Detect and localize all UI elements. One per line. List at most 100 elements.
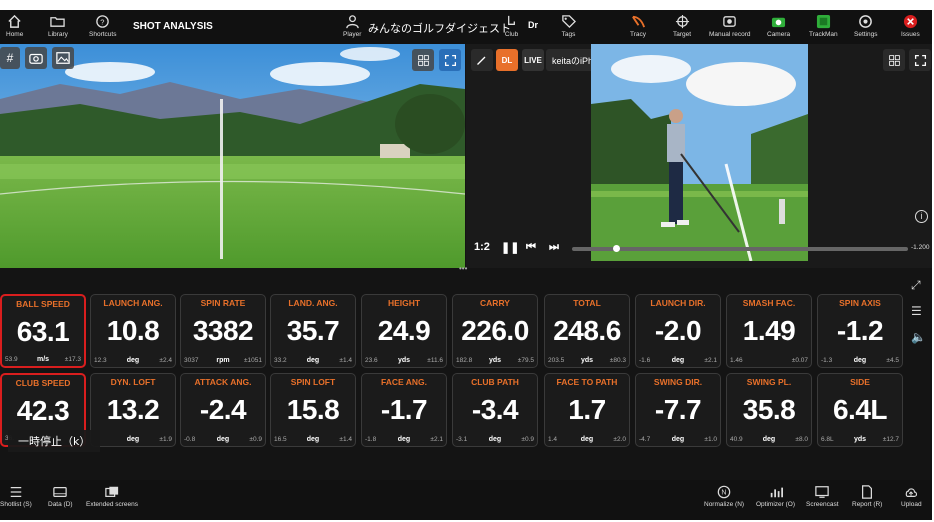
trackman-label: TrackMan (809, 31, 838, 38)
player-name[interactable]: みんなのゴルフダイジェスト (368, 20, 511, 36)
normalize-icon: N (717, 485, 731, 499)
live-button[interactable]: LIVE (522, 49, 544, 71)
metric-label: FACE ANG. (381, 377, 427, 387)
metric-label: SPIN AXIS (839, 298, 881, 308)
metric-value: 35.7 (286, 315, 340, 346)
metric-card[interactable]: TOTAL 248.6 203.5 yds ±80.3 (544, 294, 630, 368)
fullscreen-button[interactable] (439, 49, 461, 71)
metric-label: SIDE (850, 377, 870, 387)
upload-button[interactable]: Upload (901, 485, 922, 508)
filter-settings-button[interactable]: ☰ (911, 304, 922, 318)
nav-shortcuts[interactable]: ? Shortcuts (89, 14, 116, 42)
layout-grid-button[interactable] (412, 49, 434, 71)
camera-label: Camera (767, 31, 791, 38)
screens-icon (105, 486, 119, 497)
trackman-button[interactable]: TrackMan (809, 14, 838, 42)
video-progress-bar[interactable] (572, 245, 908, 252)
settings-icon (859, 15, 873, 28)
metric-card[interactable]: LAUNCH DIR. -2.0 -1.6 deg ±2.1 (635, 294, 721, 368)
home-icon (8, 14, 21, 28)
grid-toggle-button[interactable]: # (0, 47, 20, 69)
metric-value: 42.3 (16, 395, 70, 426)
club-icon (508, 15, 515, 25)
svg-text:?: ? (100, 17, 104, 26)
camera-button[interactable]: Camera (767, 14, 790, 42)
grid-icon (888, 54, 900, 66)
pane-resize-handle[interactable]: ••• (459, 264, 467, 273)
expand-data-button[interactable]: ⤢ (911, 278, 921, 293)
manual-record-button[interactable]: Manual record (709, 14, 751, 42)
app-window: Home Library ? Shortcuts SHOT ANALYSIS P… (0, 10, 932, 520)
metric-card[interactable]: BALL SPEED 63.1 53.9 m/s ±17.3 (0, 294, 86, 368)
target-icon (675, 14, 689, 29)
metric-card[interactable]: HEIGHT 24.9 23.6 yds ±11.6 (361, 294, 447, 368)
club-label: Club (504, 31, 519, 38)
metric-card[interactable]: DYN. LOFT 13.2 deg ±1.9 (90, 373, 176, 447)
metric-card[interactable]: SPIN RATE 3382 3037 rpm ±1051 (180, 294, 266, 368)
data-label: Data (D) (48, 501, 73, 508)
course-view[interactable]: # (0, 44, 465, 268)
metric-deviation: ±2.4 (159, 357, 172, 364)
snapshot-button[interactable] (25, 47, 47, 69)
player-selector[interactable]: Player (343, 14, 361, 42)
shotlist-button[interactable]: Shotlist (S) (0, 485, 32, 508)
settings-button[interactable]: Settings (854, 14, 878, 42)
target-label: Target (673, 31, 692, 38)
metric-card[interactable]: LAND. ANG. 35.7 33.2 deg ±1.4 (270, 294, 356, 368)
metric-deviation: ±2.1 (430, 436, 443, 443)
pause-button[interactable]: ❚❚ (501, 241, 519, 254)
optimizer-button[interactable]: Optimizer (O) (756, 485, 795, 508)
speed-label[interactable]: 1:2 (474, 241, 490, 253)
metric-card[interactable]: CARRY 226.0 182.8 yds ±79.5 (452, 294, 538, 368)
metric-card[interactable]: ATTACK ANG. -2.4 -0.8 deg ±0.9 (180, 373, 266, 447)
metric-card[interactable]: FACE ANG. -1.7 -1.8 deg ±2.1 (361, 373, 447, 447)
target-button[interactable]: Target (673, 14, 691, 42)
screencast-button[interactable]: Screencast (806, 485, 839, 508)
image-button[interactable] (52, 47, 74, 69)
camera-view[interactable]: DL LIVE keitaのiPhone ⌄ (466, 44, 932, 268)
metric-card[interactable]: CLUB PATH -3.4 -3.1 deg ±0.9 (452, 373, 538, 447)
club-selector[interactable]: Club (504, 14, 519, 42)
metric-card[interactable]: SPIN AXIS -1.2 -1.3 deg ±4.5 (817, 294, 903, 368)
issues-button[interactable]: Issues (901, 14, 920, 42)
metric-deviation: ±1.9 (159, 436, 172, 443)
step-back-button[interactable]: ⏮ (526, 241, 536, 254)
metric-card[interactable]: FACE TO PATH 1.7 1.4 deg ±2.0 (544, 373, 630, 447)
top-toolbar: Home Library ? Shortcuts SHOT ANALYSIS P… (0, 10, 932, 44)
metric-value: 63.1 (16, 316, 70, 347)
tags-button[interactable]: Tags (561, 14, 576, 42)
tracy-button[interactable]: Tracy (630, 14, 646, 42)
grid-icon (417, 54, 429, 66)
metric-card[interactable]: SWING DIR. -7.7 -4.7 deg ±1.0 (635, 373, 721, 447)
nav-library[interactable]: Library (48, 14, 68, 42)
report-button[interactable]: Report (R) (852, 485, 882, 508)
extended-screens-button[interactable]: Extended screens (86, 485, 138, 508)
draw-button[interactable] (471, 49, 493, 71)
metric-label: BALL SPEED (16, 299, 70, 309)
metric-card[interactable]: SWING PL. 35.8 40.9 deg ±8.0 (726, 373, 812, 447)
skip-back-icon: ⏮ (526, 241, 536, 253)
nav-home[interactable]: Home (6, 14, 23, 42)
dl-button[interactable]: DL (496, 49, 518, 71)
metric-deviation: ±4.5 (886, 357, 899, 364)
data-button[interactable]: Data (D) (48, 485, 73, 508)
progress-knob[interactable] (612, 245, 620, 252)
folder-icon (50, 17, 66, 27)
swing-video[interactable] (591, 44, 808, 261)
sound-button[interactable]: 🔈 (911, 330, 926, 344)
normalize-button[interactable]: N Normalize (N) (704, 485, 744, 508)
nav-home-label: Home (6, 31, 24, 38)
info-icon[interactable]: i (915, 210, 928, 223)
expand-icon: ⤢ (911, 278, 921, 292)
metric-card[interactable]: LAUNCH ANG. 10.8 12.3 deg ±2.4 (90, 294, 176, 368)
metric-card[interactable]: SMASH FAC. 1.49 1.46 ±0.07 (726, 294, 812, 368)
metric-card[interactable]: SPIN LOFT 15.8 16.5 deg ±1.4 (270, 373, 356, 447)
fullscreen-button-right[interactable] (909, 49, 931, 71)
metric-deviation: ±0.9 (521, 436, 534, 443)
metric-card[interactable]: SIDE 6.4L 6.8L yds ±12.7 (817, 373, 903, 447)
step-forward-button[interactable]: ⏭ (549, 241, 559, 254)
issues-icon (903, 14, 917, 29)
pause-icon: ❚❚ (501, 242, 520, 254)
layout-grid-button-right[interactable] (883, 49, 905, 71)
optimizer-label: Optimizer (O) (756, 501, 795, 508)
